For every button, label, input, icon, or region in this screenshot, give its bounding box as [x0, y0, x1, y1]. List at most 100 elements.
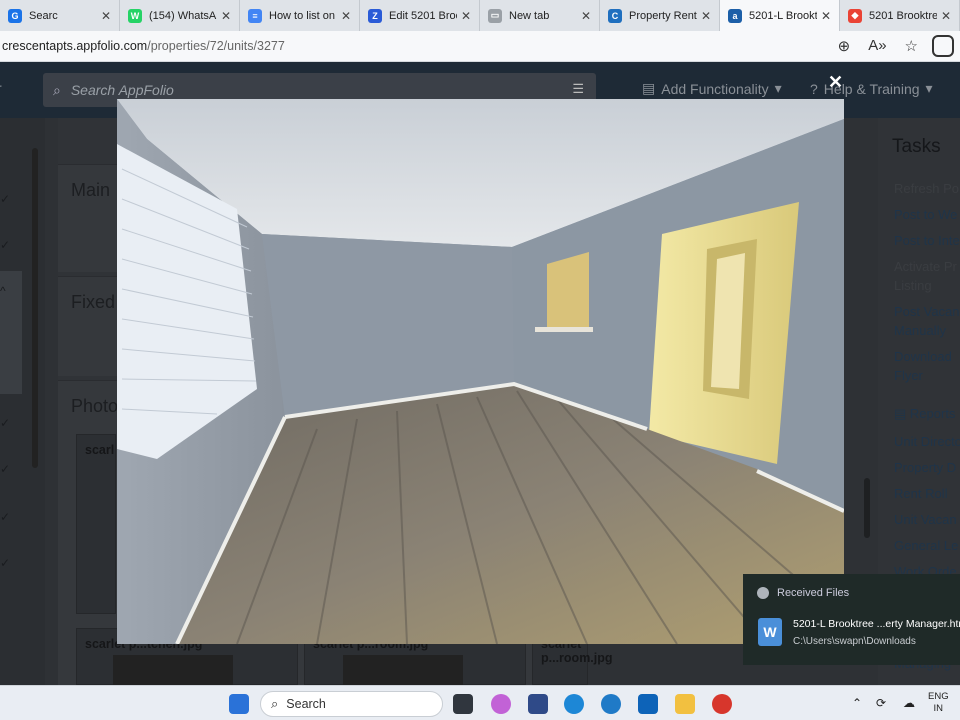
enlarged-photo: [117, 99, 844, 644]
task-manually[interactable]: Manually: [894, 323, 946, 338]
windows-start-icon[interactable]: [229, 694, 249, 714]
header-left-cut-text: r: [0, 80, 2, 96]
tab-label: 5201-L Brooktree: [749, 9, 817, 22]
chevron-up-icon: ^: [0, 284, 6, 298]
browser-tab[interactable]: ▭ New tab ✕: [480, 0, 600, 31]
photo-card-name: scarl: [85, 443, 115, 457]
browser-tab[interactable]: C Property Rent Rol ✕: [600, 0, 720, 31]
reports-header: ▤ Reports: [894, 406, 955, 422]
check-icon: ✓: [0, 192, 11, 206]
url-path: /properties/72/units/3277: [147, 39, 285, 53]
check-icon: ✓: [0, 416, 11, 430]
chevron-down-icon: ▾: [774, 80, 782, 96]
word-file-icon: W: [758, 618, 782, 646]
chevron-up-icon[interactable]: ⌃: [852, 696, 862, 710]
browser-tab[interactable]: a 5201-L Brooktree ✕: [720, 0, 840, 31]
tab-label: Property Rent Rol: [629, 9, 697, 22]
toast-file-path: C:\Users\swapn\Downloads: [793, 636, 916, 647]
browser-tab[interactable]: G Searc ✕: [0, 0, 120, 31]
report-general-ledger[interactable]: General Le: [894, 538, 958, 553]
task-view-icon[interactable]: [453, 694, 473, 714]
tab-close-icon[interactable]: ✕: [461, 9, 473, 23]
reports-header-label: Reports: [909, 406, 956, 421]
tab-favicon-icon: ≡: [248, 8, 262, 23]
task-download[interactable]: Download: [894, 349, 952, 364]
check-icon: ✓: [0, 556, 11, 570]
browser-tab[interactable]: Z Edit 5201 Brooktr ✕: [360, 0, 480, 31]
url-field[interactable]: crescentapts.appfolio.com/properties/72/…: [0, 39, 838, 53]
tasks-title: Tasks: [892, 136, 941, 157]
left-scrollbar[interactable]: [32, 148, 38, 468]
received-files-toast[interactable]: Received Files W 5201-L Brooktree ...ert…: [743, 574, 960, 665]
address-bar: crescentapts.appfolio.com/properties/72/…: [0, 31, 960, 62]
copilot-icon[interactable]: [491, 694, 511, 714]
add-functionality-label: Add Functionality: [661, 80, 769, 97]
outlook-icon[interactable]: [638, 694, 658, 714]
modal-close-icon[interactable]: ✕: [828, 72, 843, 93]
search-icon: ⌕: [271, 696, 279, 711]
tab-close-icon[interactable]: ✕: [581, 9, 593, 23]
store-icon[interactable]: [528, 694, 548, 714]
photo-card[interactable]: scarl: [76, 434, 116, 614]
tab-label: (154) WhatsApp: [149, 9, 217, 22]
toast-header-label: Received Files: [777, 587, 850, 599]
browser-tab[interactable]: ◆ 5201 Brooktree D ✕: [840, 0, 960, 31]
edge-browser-icon[interactable]: [564, 694, 584, 714]
received-files-icon: [757, 587, 769, 599]
tab-favicon-icon: ▭: [488, 8, 502, 23]
taskbar-search[interactable]: ⌕ Search: [260, 691, 443, 717]
tab-close-icon[interactable]: ✕: [821, 9, 833, 23]
report-unit-vacancy[interactable]: Unit Vacan: [894, 512, 957, 527]
tab-label: Edit 5201 Brooktr: [389, 9, 457, 22]
tab-favicon-icon: C: [608, 8, 622, 23]
photo-thumbnail: [113, 655, 233, 686]
room-photo-illustration: [117, 99, 844, 644]
reports-icon: ▤: [894, 406, 910, 421]
tab-favicon-icon: W: [128, 8, 142, 23]
filter-icon[interactable]: ☰: [572, 81, 584, 97]
tab-close-icon[interactable]: ✕: [221, 9, 233, 23]
language-region: IN: [933, 703, 944, 714]
task-flyer[interactable]: Flyer: [894, 368, 923, 383]
tab-close-icon[interactable]: ✕: [701, 9, 713, 23]
tab-favicon-icon: G: [8, 8, 22, 23]
wps-office-icon[interactable]: [712, 694, 732, 714]
taskbar-search-label: Search: [286, 697, 326, 711]
add-functionality-button[interactable]: ▤ Add Functionality ▾: [642, 80, 782, 97]
report-property-directory[interactable]: Property D: [894, 460, 956, 475]
task-post-to-internet[interactable]: Post to Inte: [894, 233, 960, 248]
task-listing[interactable]: Listing: [894, 278, 932, 293]
report-unit-directory[interactable]: Unit Directo: [894, 434, 960, 449]
toast-file-name[interactable]: 5201-L Brooktree ...erty Manager.html: [793, 618, 960, 630]
sync-icon[interactable]: ⟳: [876, 696, 886, 710]
task-post-to-web[interactable]: Post to We: [894, 207, 957, 222]
language-indicator[interactable]: ENG IN: [928, 691, 949, 715]
toast-header: Received Files: [757, 587, 849, 599]
tab-favicon-icon: a: [728, 8, 742, 23]
browser-tab[interactable]: ≡ How to list on Zil ✕: [240, 0, 360, 31]
right-scrollbar[interactable]: [864, 478, 870, 538]
task-post-vacancy[interactable]: Post Vacan: [894, 304, 960, 319]
task-refresh-po[interactable]: Refresh Po: [894, 181, 959, 196]
tab-favicon-icon: Z: [368, 8, 382, 23]
zoom-icon[interactable]: ⊕: [838, 37, 851, 55]
cloud-icon[interactable]: ☁: [903, 696, 915, 710]
section-title: Fixed: [71, 292, 116, 312]
tab-close-icon[interactable]: ✕: [941, 9, 953, 23]
file-explorer-icon[interactable]: [675, 694, 695, 714]
read-aloud-icon[interactable]: A»: [868, 37, 886, 55]
language-code: ENG: [928, 691, 949, 702]
tab-close-icon[interactable]: ✕: [101, 9, 113, 23]
photo-thumbnail: [343, 655, 463, 686]
task-activate-pr[interactable]: Activate Pr: [894, 259, 957, 274]
browser-tab[interactable]: W (154) WhatsApp ✕: [120, 0, 240, 31]
extensions-icon[interactable]: [932, 35, 954, 57]
report-rent-roll[interactable]: Rent Roll: [894, 486, 947, 501]
dell-icon[interactable]: [601, 694, 621, 714]
help-icon: ?: [810, 80, 818, 97]
tab-close-icon[interactable]: ✕: [341, 9, 353, 23]
favorite-star-icon[interactable]: ☆: [905, 37, 918, 55]
browser-tab-strip: G Searc ✕ W (154) WhatsApp ✕ ≡ How to list on Z…: [0, 0, 960, 31]
app-search-placeholder: Search AppFolio: [70, 82, 174, 98]
store-icon: ▤: [642, 80, 656, 96]
